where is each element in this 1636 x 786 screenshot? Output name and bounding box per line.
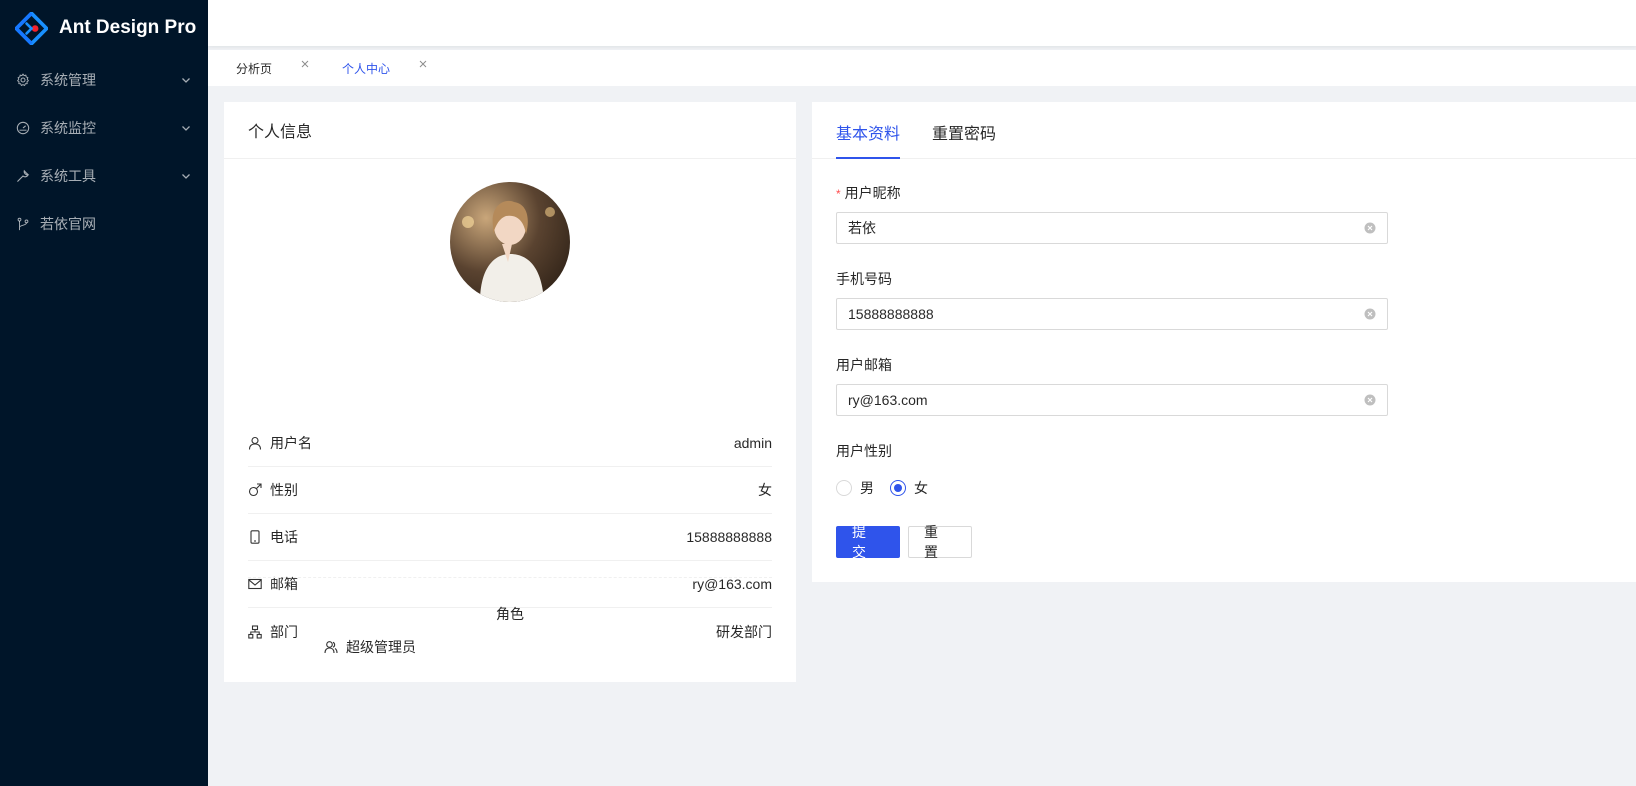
sidebar-item-label: 系统工具 — [40, 168, 96, 184]
form-label-email: 用户邮箱 — [836, 357, 892, 373]
logo[interactable]: Ant Design Pro — [0, 0, 208, 56]
chevron-down-icon — [180, 74, 192, 86]
sidebar-item-official-site[interactable]: 若依官网 — [0, 200, 208, 248]
man-icon — [248, 483, 262, 497]
form-actions: 提 交 重 置 — [836, 524, 972, 560]
cluster-icon — [248, 624, 262, 639]
reset-button[interactable]: 重 置 — [908, 524, 972, 560]
email-input-wrapper[interactable] — [836, 384, 1388, 416]
profile-card-title: 个人信息 — [224, 102, 796, 159]
clear-icon[interactable] — [1364, 394, 1376, 406]
form-item-sex: 用户性别 男 女 — [836, 440, 1388, 498]
sex-radio-female[interactable]: 女 — [890, 478, 928, 498]
submit-button[interactable]: 提 交 — [836, 524, 900, 560]
form-item-phone: 手机号码 — [836, 268, 1388, 330]
chevron-down-icon — [180, 122, 192, 134]
mail-icon — [248, 577, 262, 591]
tab-label: 分析页 — [236, 61, 273, 76]
info-label: 电话 — [270, 529, 298, 545]
tab-reset-password[interactable]: 重置密码 — [932, 120, 996, 144]
sidebar: Ant Design Pro 系统管理 系统监控 系统工具 若依官网 — [0, 0, 208, 786]
top-header — [208, 0, 1636, 46]
info-value: 15888888888 — [686, 529, 772, 545]
info-value: 研发部门 — [716, 623, 772, 640]
sex-radio-group: 男 女 — [836, 478, 1388, 498]
info-label: 用户名 — [270, 435, 312, 451]
sidebar-item-system-management[interactable]: 系统管理 — [0, 56, 208, 104]
form-item-email: 用户邮箱 — [836, 354, 1388, 416]
sidebar-item-system-monitor[interactable]: 系统监控 — [0, 104, 208, 152]
close-icon[interactable] — [300, 59, 310, 69]
tab-label: 个人中心 — [342, 61, 391, 76]
basic-info-form: *用户昵称 手机号码 用户邮箱 — [836, 182, 1388, 522]
info-label: 性别 — [270, 482, 298, 498]
form-label-nickname: * 用户昵称 — [836, 182, 1388, 204]
sidebar-item-system-tools[interactable]: 系统工具 — [0, 152, 208, 200]
ant-logo-icon — [15, 11, 48, 45]
email-input[interactable] — [848, 392, 1364, 408]
profile-card: 个人信息 用户名 admin 性别 女 电话 15888888888 邮箱 ry… — [224, 102, 796, 682]
sidebar-item-label: 系统管理 — [40, 72, 96, 88]
tab-basic-info[interactable]: 基本资料 — [836, 120, 900, 144]
branch-icon — [16, 217, 30, 231]
radio-dot[interactable] — [836, 480, 852, 496]
tab-active-indicator — [836, 157, 900, 159]
sidebar-item-label: 若依官网 — [40, 216, 96, 232]
info-value: 女 — [758, 482, 772, 498]
sidebar-item-label: 系统监控 — [40, 120, 96, 136]
info-value: admin — [733, 435, 772, 451]
info-row-username: 用户名 admin — [248, 420, 772, 467]
radio-label: 男 — [860, 480, 874, 496]
form-label-sex: 用户性别 — [836, 443, 892, 459]
user-icon — [248, 436, 262, 450]
app-title: Ant Design Pro — [59, 17, 197, 38]
required-mark: * — [836, 187, 841, 201]
clear-icon[interactable] — [1364, 222, 1376, 234]
phone-input[interactable] — [848, 306, 1364, 322]
form-label-text: 用户昵称 — [844, 185, 901, 201]
info-row-sex: 性别 女 — [248, 467, 772, 514]
info-row-email: 邮箱 ry@163.com — [248, 561, 772, 608]
settings-card: 基本资料 重置密码 *用户昵称 手机号码 用户邮箱 — [812, 102, 1636, 582]
gear-icon — [16, 73, 30, 87]
tool-icon — [16, 169, 30, 183]
roles-title: 角色 — [496, 606, 524, 622]
dashed-divider — [248, 577, 772, 578]
team-icon — [324, 640, 338, 654]
avatar-photo — [450, 182, 570, 302]
nickname-input[interactable] — [848, 220, 1364, 236]
info-row-phone: 电话 15888888888 — [248, 514, 772, 561]
avatar[interactable] — [450, 182, 570, 302]
role-item: 超级管理员 — [324, 637, 416, 657]
sex-radio-male[interactable]: 男 — [836, 478, 874, 498]
info-value: ry@163.com — [692, 576, 772, 592]
dashboard-icon — [16, 121, 30, 135]
close-icon[interactable] — [418, 59, 428, 69]
mobile-icon — [248, 530, 262, 544]
nickname-input-wrapper[interactable] — [836, 212, 1388, 244]
phone-input-wrapper[interactable] — [836, 298, 1388, 330]
tab-analysis[interactable]: 分析页 — [236, 60, 310, 77]
form-label-phone: 手机号码 — [836, 271, 892, 287]
settings-tabs: 基本资料 重置密码 — [812, 102, 1636, 159]
radio-dot[interactable] — [890, 480, 906, 496]
radio-label: 女 — [914, 480, 928, 496]
form-item-nickname: * 用户昵称 — [836, 182, 1388, 244]
multi-tab-bar: 分析页 个人中心 — [208, 50, 1636, 86]
chevron-down-icon — [180, 170, 192, 182]
tab-personal-center[interactable]: 个人中心 — [342, 60, 428, 77]
role-label: 超级管理员 — [346, 639, 416, 655]
clear-icon[interactable] — [1364, 308, 1376, 320]
